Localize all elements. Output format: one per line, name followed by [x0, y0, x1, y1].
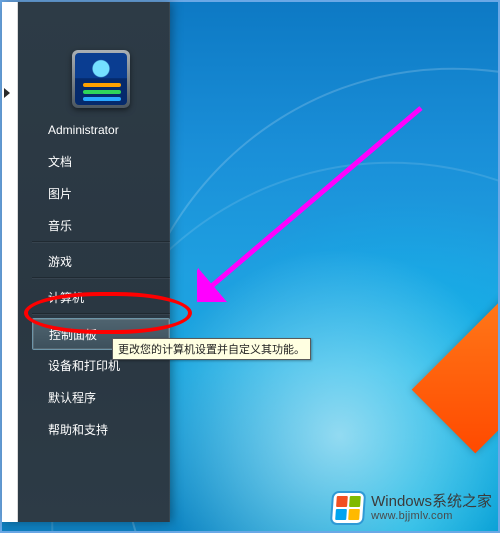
all-programs-arrow-icon[interactable] [4, 88, 10, 98]
menu-item-pictures[interactable]: 图片 [32, 178, 170, 210]
menu-item-music[interactable]: 音乐 [32, 210, 170, 242]
menu-item-documents[interactable]: 文档 [32, 146, 170, 178]
control-panel-icon [75, 53, 127, 105]
menu-item-help-support[interactable]: 帮助和支持 [32, 414, 170, 446]
screenshot-frame: Administrator 文档 图片 音乐 游戏 计算机 控制面板 设备和打印… [0, 0, 500, 533]
menu-item-computer[interactable]: 计算机 [32, 282, 170, 314]
user-profile-tile[interactable] [72, 50, 130, 108]
watermark: Windows系统之家 www.bjjmlv.com [331, 491, 492, 525]
menu-item-default-programs[interactable]: 默认程序 [32, 382, 170, 414]
watermark-subtitle: www.bjjmlv.com [371, 510, 492, 522]
menu-item-games[interactable]: 游戏 [32, 246, 170, 278]
control-panel-tooltip: 更改您的计算机设置并自定义其功能。 [112, 338, 311, 360]
watermark-title: Windows系统之家 [371, 494, 492, 511]
start-menu-left-sliver [2, 2, 18, 522]
windows-logo-icon [330, 491, 366, 525]
menu-item-user[interactable]: Administrator [32, 114, 170, 146]
start-menu-right-list: Administrator 文档 图片 音乐 游戏 计算机 控制面板 设备和打印… [32, 114, 170, 446]
